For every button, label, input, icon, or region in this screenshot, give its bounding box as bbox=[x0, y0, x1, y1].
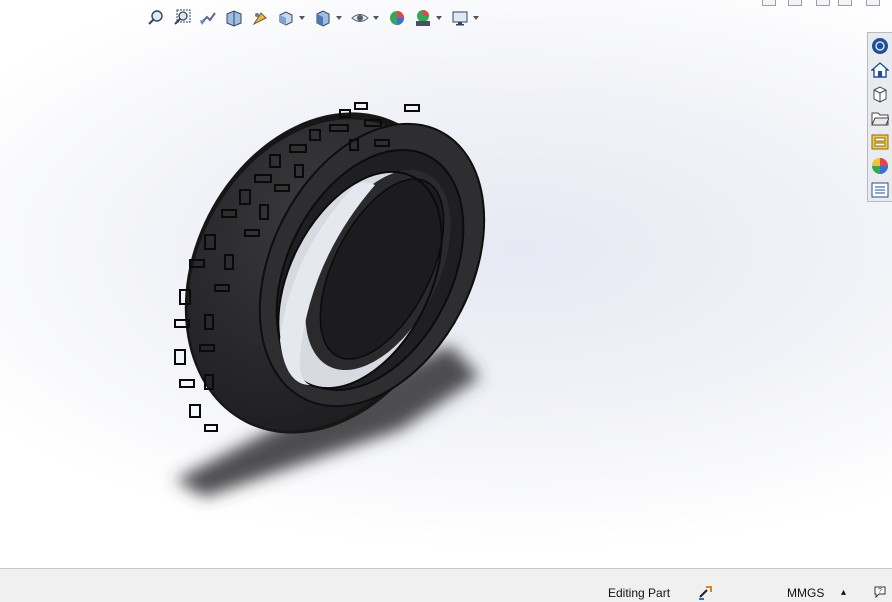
restore-button[interactable] bbox=[788, 0, 802, 6]
hide-show-items-dropdown[interactable] bbox=[372, 7, 380, 29]
display-style-icon bbox=[316, 10, 330, 27]
hide-show-items-icon bbox=[351, 14, 369, 22]
section-view-button[interactable] bbox=[223, 7, 245, 29]
chevron-down-icon bbox=[299, 16, 305, 20]
taskpane-tab-appearances[interactable] bbox=[869, 155, 891, 176]
tire-body bbox=[184, 112, 486, 434]
edit-appearance-icon bbox=[390, 11, 404, 25]
hide-show-items-button[interactable] bbox=[349, 7, 371, 29]
view-orientation-dropdown[interactable] bbox=[298, 7, 306, 29]
chevron-down-icon bbox=[473, 16, 479, 20]
horizontal-scrollbar[interactable] bbox=[0, 568, 892, 584]
taskpane-tab-solidworks-resources[interactable] bbox=[869, 35, 891, 56]
zoom-to-area-icon bbox=[174, 9, 191, 25]
view-palette-icon bbox=[871, 134, 889, 149]
edit-appearance-button[interactable] bbox=[386, 7, 408, 29]
tile-button[interactable] bbox=[816, 0, 830, 6]
zoom-to-fit-icon bbox=[148, 10, 163, 25]
taskpane-tab-view-palette[interactable] bbox=[869, 131, 891, 152]
chevron-down-icon bbox=[336, 16, 342, 20]
zoom-to-fit-button[interactable] bbox=[145, 7, 167, 29]
dynamic-annotation-views-icon bbox=[252, 12, 267, 26]
close-button[interactable] bbox=[866, 0, 880, 6]
taskpane-tab-home[interactable] bbox=[869, 59, 891, 80]
chevron-down-icon bbox=[436, 16, 442, 20]
quick-tips-icon[interactable]: ? bbox=[873, 584, 889, 600]
rebuild-icon[interactable] bbox=[697, 584, 713, 600]
file-explorer-icon bbox=[871, 112, 889, 125]
view-settings-button[interactable] bbox=[449, 7, 471, 29]
zoom-to-area-button[interactable] bbox=[171, 7, 193, 29]
heads-up-view-toolbar bbox=[145, 7, 486, 29]
status-bar: Editing Part MMGS ▴ ? bbox=[0, 583, 892, 602]
tire-model[interactable] bbox=[150, 85, 510, 525]
svg-text:?: ? bbox=[878, 588, 882, 595]
chevron-down-icon bbox=[373, 16, 379, 20]
task-pane bbox=[867, 32, 892, 202]
view-settings-dropdown[interactable] bbox=[472, 7, 480, 29]
view-orientation-button[interactable] bbox=[275, 7, 297, 29]
status-editing-part: Editing Part bbox=[608, 586, 671, 600]
apply-scene-dropdown[interactable] bbox=[435, 7, 443, 29]
maximize-button[interactable] bbox=[838, 0, 852, 6]
appearances-scenes-decals-icon bbox=[872, 157, 888, 174]
design-library-icon bbox=[873, 85, 887, 103]
display-style-button[interactable] bbox=[312, 7, 334, 29]
minimize-button[interactable] bbox=[762, 0, 776, 6]
view-settings-icon bbox=[452, 11, 468, 26]
solidworks-resources-icon bbox=[872, 37, 888, 54]
home-icon bbox=[871, 61, 889, 78]
units-dropdown-arrow[interactable]: ▴ bbox=[841, 587, 846, 598]
dynamic-annotation-views-button[interactable] bbox=[249, 7, 271, 29]
previous-view-button[interactable] bbox=[197, 7, 219, 29]
taskpane-tab-design-library[interactable] bbox=[869, 83, 891, 104]
apply-scene-icon bbox=[416, 10, 430, 26]
view-orientation-icon bbox=[279, 11, 293, 26]
taskpane-tab-custom-properties[interactable] bbox=[869, 179, 891, 200]
units-label[interactable]: MMGS bbox=[787, 586, 824, 600]
custom-properties-icon bbox=[871, 182, 889, 197]
taskpane-tab-file-explorer[interactable] bbox=[869, 107, 891, 128]
apply-scene-button[interactable] bbox=[412, 7, 434, 29]
display-style-dropdown[interactable] bbox=[335, 7, 343, 29]
previous-view-icon bbox=[200, 12, 216, 25]
graphics-area[interactable] bbox=[0, 0, 892, 568]
section-view-icon bbox=[226, 10, 242, 27]
